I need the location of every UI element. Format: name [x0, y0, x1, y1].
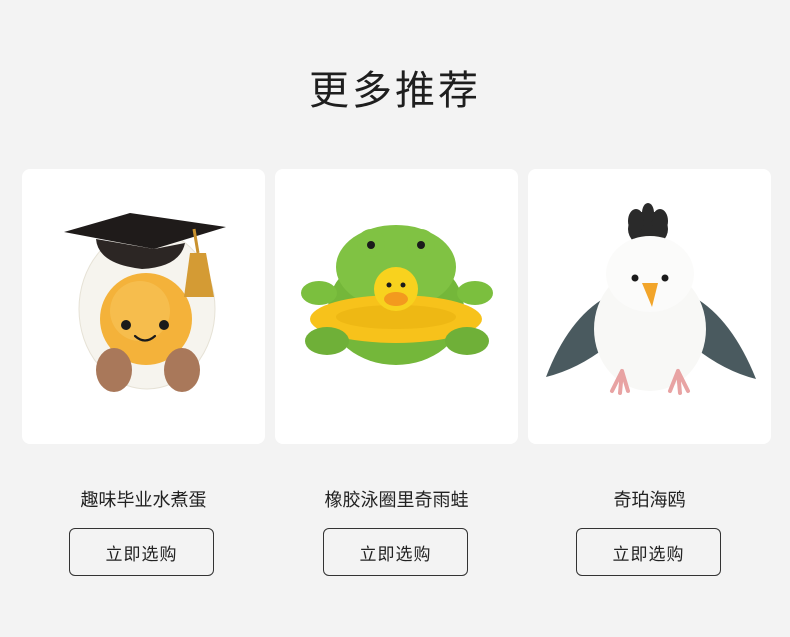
shop-now-button-frog[interactable]: 立即选购: [323, 528, 468, 576]
product-card-frog[interactable]: [275, 169, 518, 444]
product-card-seagull[interactable]: [528, 169, 771, 444]
shop-now-button-egg[interactable]: 立即选购: [69, 528, 214, 576]
product-card-egg[interactable]: [22, 169, 265, 444]
product-name-egg: 趣味毕业水煮蛋: [80, 490, 207, 511]
frog-swim-ring-plush-icon: [301, 225, 493, 365]
product-name-frog: 橡胶泳圈里奇雨蛙: [324, 490, 469, 511]
graduation-egg-plush-icon: [64, 213, 226, 392]
shop-now-button-seagull[interactable]: 立即选购: [576, 528, 721, 576]
section-title: 更多推荐: [309, 68, 481, 114]
seagull-plush-icon: [546, 203, 756, 395]
product-name-seagull: 奇珀海鸥: [613, 490, 686, 511]
